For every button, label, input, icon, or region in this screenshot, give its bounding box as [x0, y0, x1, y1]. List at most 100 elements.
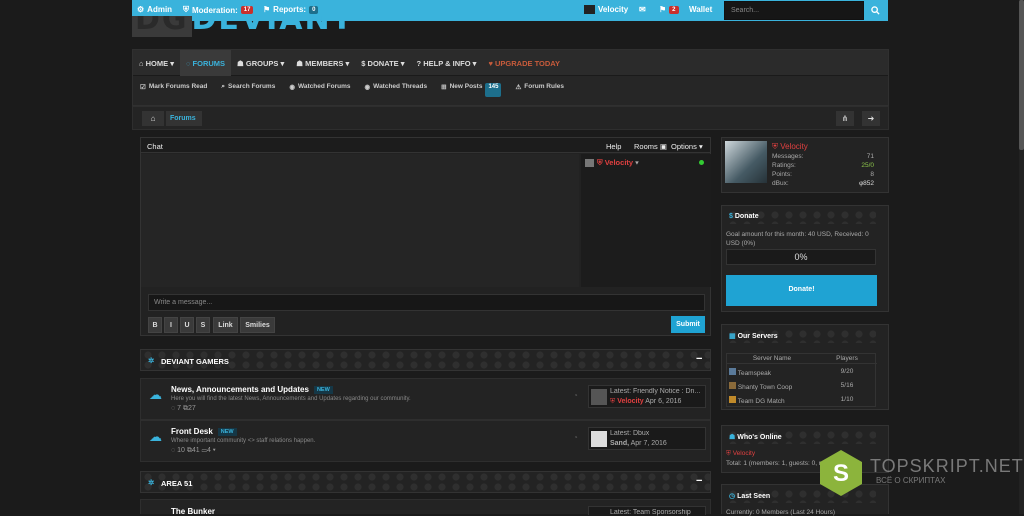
server-icon: ▦ [729, 333, 736, 340]
gear-icon: ✲ [148, 356, 155, 365]
moderation-count-badge: 17 [240, 6, 254, 14]
new-posts-link[interactable]: ⊞ New Posts 145 [434, 77, 508, 97]
nav-members[interactable]: ☗ MEMBERS ▾ [290, 50, 355, 76]
search-forums-link[interactable]: ⌕ Search Forums [214, 77, 282, 97]
alerts-link[interactable]: ⚑ 2 [659, 5, 679, 14]
server-row[interactable]: Team DG Match [729, 396, 785, 405]
game-icon [729, 382, 736, 389]
chat-message-input[interactable]: Write a message... [148, 294, 705, 311]
servers-panel: ▦ Our Servers Server Name Players Teamsp… [721, 324, 889, 410]
chat-icon: ◌ [185, 59, 191, 68]
chat-rooms-link[interactable]: Rooms ▣ [634, 142, 667, 151]
underline-button[interactable]: U [180, 317, 194, 333]
latest-post[interactable]: Latest: Dbux Sand, Apr 7, 2016 [588, 427, 706, 450]
eye-icon: ◉ [289, 84, 295, 91]
forum-row[interactable]: The Bunker Latest: Team Sponsorship [140, 499, 711, 516]
chat-online-users: ⛨ Velocity ▾ [581, 154, 711, 287]
breadcrumb-home[interactable]: ⌂ [142, 111, 164, 126]
forum-rules-link[interactable]: ⚠ Forum Rules [508, 77, 571, 97]
servers-table: Server Name Players Teamspeak 9/20 Shant… [726, 353, 877, 407]
rss-icon[interactable]: ◔ [573, 433, 578, 442]
collapse-icon[interactable]: − [696, 353, 702, 365]
server-row[interactable]: Shanty Town Coop [729, 382, 792, 391]
watched-threads-link[interactable]: ◉ Watched Threads [358, 77, 435, 97]
avatar [591, 431, 607, 447]
chat-bubble-icon: ☁ [149, 387, 162, 402]
chat-box: Chat Help Rooms ▣ Options ▾ ⛨ Velocity ▾… [140, 137, 711, 336]
breadcrumb-forums[interactable]: Forums [166, 111, 202, 126]
forum-stats: ◌ 7 ⧉27 [171, 405, 196, 412]
forum-row[interactable]: ☁ Front Desk NEW Where important communit… [140, 420, 711, 462]
wallet-link[interactable]: Wallet [689, 5, 712, 14]
home-icon: ⌂ [139, 59, 144, 68]
latest-post[interactable]: Latest: Friendly Notice : Dn... ⛨ Veloci… [588, 385, 706, 408]
online-status-dot [699, 160, 704, 165]
category-header[interactable]: ✲ DEVIANT GAMERS − [140, 349, 711, 371]
shield-icon: ⛨ [597, 158, 603, 167]
bold-button[interactable]: B [148, 317, 162, 333]
alerts-count-badge: 2 [669, 5, 679, 14]
forum-title[interactable]: Front Desk NEW [171, 427, 237, 436]
user-menu[interactable]: Velocity [584, 5, 628, 14]
forum-title[interactable]: The Bunker [171, 507, 215, 516]
sitemap-icon[interactable]: ⋔ [836, 111, 854, 126]
moderation-link[interactable]: ⛨ Moderation: 17 [183, 5, 254, 15]
chat-messages [141, 154, 579, 287]
strike-button[interactable]: S [196, 317, 210, 333]
italic-button[interactable]: I [164, 317, 178, 333]
donate-panel: $ Donate Goal amount for this month: 40 … [721, 205, 889, 312]
admin-link[interactable]: ⚙ Admin [137, 5, 172, 14]
chat-submit-button[interactable]: Submit [671, 316, 705, 333]
scrollbar[interactable] [1019, 0, 1024, 514]
forum-description: Here you will find the latest News, Anno… [171, 396, 411, 402]
search-input[interactable]: Search... [724, 1, 864, 20]
game-icon [729, 396, 736, 403]
warning-icon: ⚠ [515, 84, 522, 91]
nav-home[interactable]: ⌂ HOME ▾ [133, 50, 180, 76]
nav-forums[interactable]: ◌ FORUMS [179, 50, 232, 76]
smilies-button[interactable]: Smilies [240, 317, 275, 333]
mark-forums-read-link[interactable]: ☑ Mark Forums Read [133, 77, 214, 97]
new-badge: NEW [313, 385, 333, 394]
nav-groups[interactable]: ☗ GROUPS ▾ [231, 50, 290, 76]
chat-bubble-icon: ☁ [149, 429, 162, 444]
inbox-link[interactable]: ✉ [639, 5, 646, 14]
collapse-icon[interactable]: − [696, 475, 702, 487]
search-button[interactable] [865, 1, 885, 20]
sub-nav: ☑ Mark Forums Read ⌕ Search Forums ◉ Watche… [133, 77, 888, 97]
search-icon: ⌕ [221, 83, 225, 90]
arrow-right-icon[interactable]: ➜ [862, 111, 880, 126]
new-posts-count-badge: 145 [485, 83, 502, 97]
nav-upgrade[interactable]: ♥ UPGRADE TODAY [482, 50, 566, 76]
watched-forums-link[interactable]: ◉ Watched Forums [282, 77, 357, 97]
shield-icon: ⛨ [772, 142, 778, 151]
online-user[interactable]: ⛨ Velocity [726, 450, 755, 458]
server-row[interactable]: Teamspeak [729, 368, 771, 377]
site-logo[interactable]: DG DEVIANT [132, 16, 377, 38]
rss-icon[interactable]: ◔ [573, 391, 578, 400]
users-icon: ☗ [237, 59, 244, 68]
nav-help[interactable]: ? HELP & INFO ▾ [411, 50, 483, 76]
forum-row[interactable]: ☁ News, Announcements and Updates NEW Her… [140, 378, 711, 420]
avatar[interactable] [725, 141, 767, 183]
new-badge: NEW [217, 427, 237, 436]
donate-progress-bar: 0% [726, 249, 876, 265]
flag-icon: ⚑ [659, 5, 667, 14]
donate-button[interactable]: Donate! [726, 275, 877, 306]
reports-link[interactable]: ⚑ Reports: 0 [263, 5, 319, 14]
users-icon: ☗ [729, 434, 736, 441]
scrollbar-thumb[interactable] [1019, 0, 1024, 150]
category-header[interactable]: ✲ AREA 51 − [140, 471, 711, 493]
chat-user-velocity[interactable]: ⛨ Velocity ▾ [597, 158, 639, 168]
wrench-icon: ⚙ [137, 5, 145, 14]
dollar-icon: $ [729, 213, 733, 220]
eye-icon: ◉ [364, 84, 371, 91]
chat-header: Chat Help Rooms ▣ Options ▾ [141, 138, 710, 153]
nav-donate[interactable]: $ DONATE ▾ [355, 50, 410, 76]
chat-options-menu[interactable]: Options ▾ [671, 142, 703, 151]
main-nav: ⌂ HOME ▾ ◌ FORUMS ☗ GROUPS ▾ ☗ MEMBERS ▾… [133, 50, 888, 76]
link-button[interactable]: Link [213, 317, 238, 333]
chat-help-link[interactable]: Help [606, 142, 621, 151]
profile-name[interactable]: ⛨ Velocity [772, 142, 808, 152]
forum-title[interactable]: News, Announcements and Updates NEW [171, 385, 333, 394]
